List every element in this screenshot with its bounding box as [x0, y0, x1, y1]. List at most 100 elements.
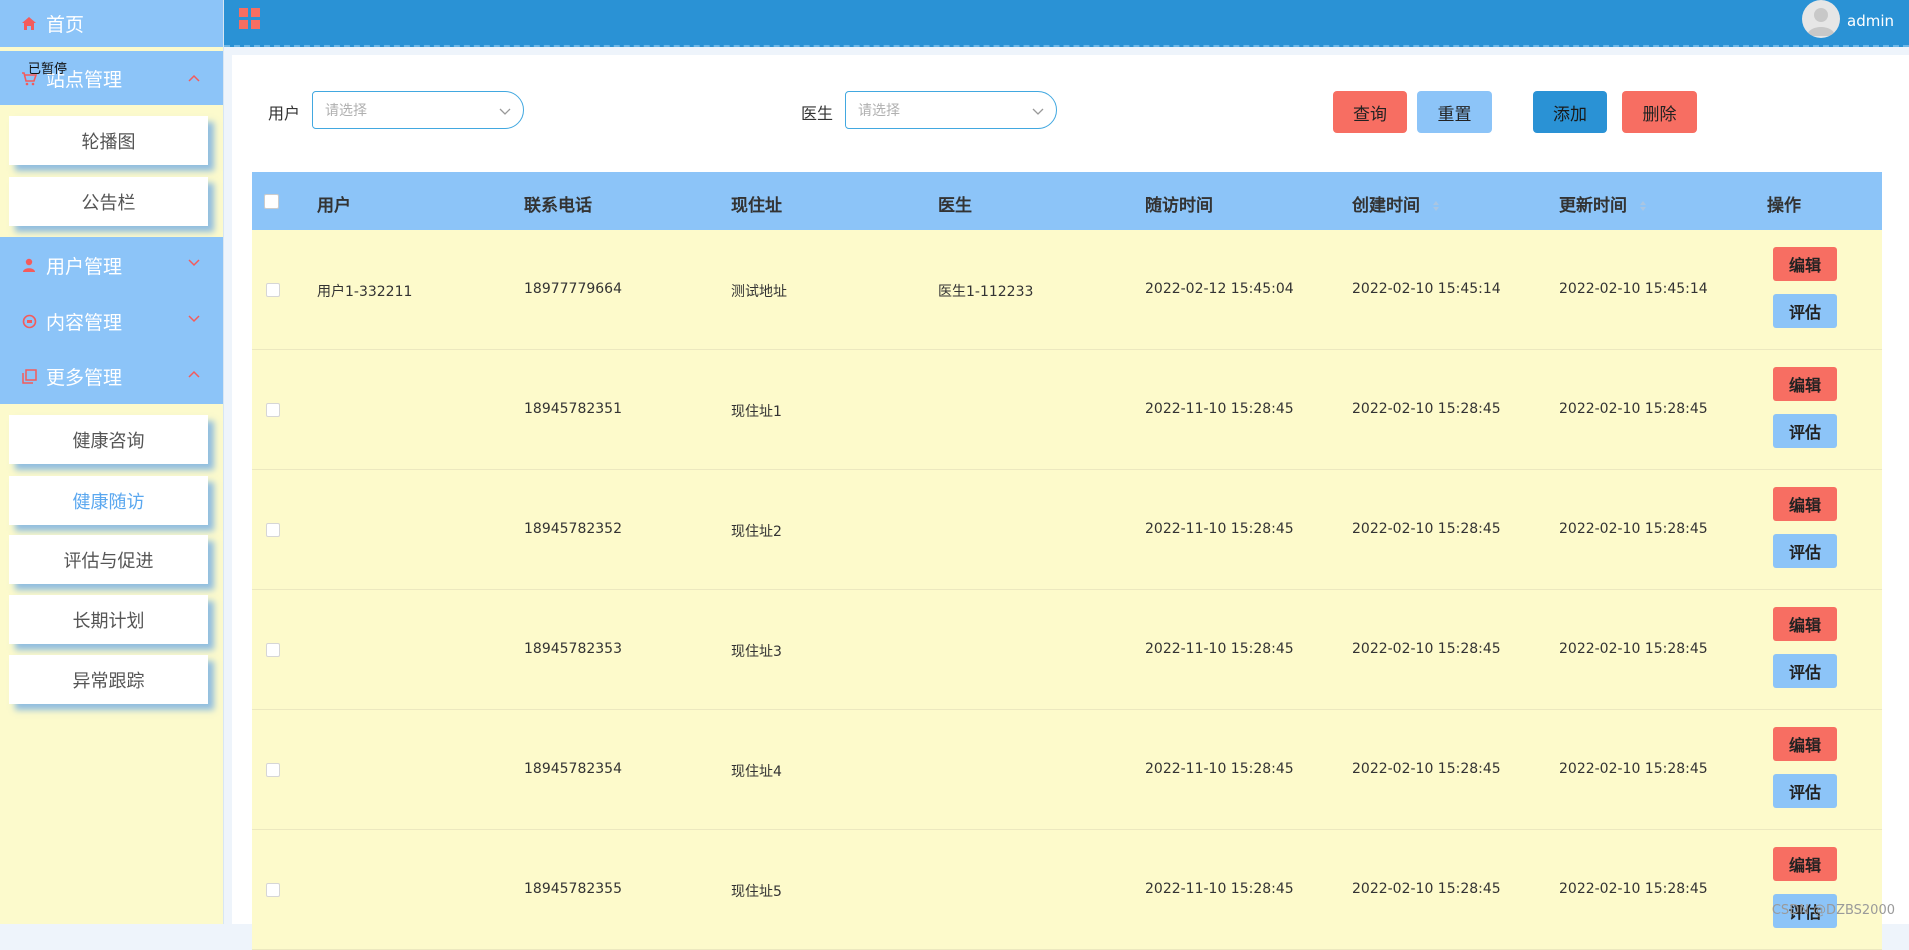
select-all-checkbox[interactable]	[264, 194, 279, 209]
chevron-up-icon	[188, 74, 200, 82]
cell-updated-time: 2022-02-10 15:28:45	[1559, 521, 1708, 537]
cell-phone: 18945782351	[524, 401, 622, 417]
chevron-down-icon	[499, 108, 511, 115]
username[interactable]: admin	[1847, 12, 1894, 30]
cell-created-time: 2022-02-10 15:28:45	[1352, 521, 1501, 537]
query-button[interactable]: 查询	[1333, 91, 1407, 133]
table-row: 18945782355 现住址5 2022-11-10 15:28:45 202…	[252, 830, 1882, 950]
cell-visit-time: 2022-11-10 15:28:45	[1145, 521, 1294, 537]
menu-more-management-label: 更多管理	[46, 367, 123, 389]
grid-menu-icon[interactable]	[239, 8, 261, 30]
row-checkbox[interactable]	[266, 763, 280, 777]
col-created-time[interactable]: 创建时间	[1352, 191, 1440, 216]
menu-user-management[interactable]: 用户管理	[0, 237, 223, 293]
row-checkbox[interactable]	[266, 643, 280, 657]
cell-created-time: 2022-02-10 15:28:45	[1352, 881, 1501, 897]
chevron-down-icon	[188, 315, 200, 323]
submenu-assessment[interactable]: 评估与促进	[9, 535, 208, 584]
chevron-up-icon	[188, 370, 200, 378]
doctor-filter-label: 医生	[801, 104, 834, 123]
menu-user-management-label: 用户管理	[46, 255, 123, 278]
table-row: 用户1-332211 18977779664 测试地址 医生1-112233 2…	[252, 230, 1882, 350]
row-checkbox[interactable]	[266, 283, 280, 297]
col-actions: 操作	[1767, 196, 1801, 216]
cell-doctor: 医生1-112233	[938, 284, 1034, 300]
evaluate-button[interactable]: 评估	[1773, 654, 1837, 688]
sort-icon[interactable]	[1432, 200, 1440, 212]
edit-button[interactable]: 编辑	[1773, 727, 1837, 761]
col-doctor: 医生	[938, 196, 972, 216]
avatar[interactable]	[1802, 0, 1840, 38]
watermark: CSDN @DZBS2000	[1771, 903, 1895, 918]
table-row: 18945782351 现住址1 2022-11-10 15:28:45 202…	[252, 350, 1882, 470]
user-filter-placeholder: 请选择	[325, 103, 367, 119]
cell-phone: 18945782354	[524, 761, 622, 777]
cell-phone: 18945782355	[524, 881, 622, 897]
cell-address: 测试地址	[731, 284, 787, 300]
table-header: 用户 联系电话 现住址 医生 随访时间 创建时间 更新时间 操作	[252, 172, 1882, 230]
submenu-carousel[interactable]: 轮播图	[9, 116, 208, 165]
cell-visit-time: 2022-11-10 15:28:45	[1145, 881, 1294, 897]
submenu-notice-board[interactable]: 公告栏	[9, 177, 208, 226]
cell-updated-time: 2022-02-10 15:45:14	[1559, 281, 1708, 297]
cell-phone: 18945782352	[524, 521, 622, 537]
menu-content-management[interactable]: 内容管理	[0, 293, 223, 349]
submenu-health-followup[interactable]: 健康随访	[9, 476, 208, 525]
menu-content-management-label: 内容管理	[46, 311, 123, 334]
evaluate-button[interactable]: 评估	[1773, 294, 1837, 328]
col-user: 用户	[317, 196, 351, 216]
cell-visit-time: 2022-11-10 15:28:45	[1145, 641, 1294, 657]
menu-home[interactable]: 首页	[0, 0, 223, 47]
table-row: 18945782352 现住址2 2022-11-10 15:28:45 202…	[252, 470, 1882, 590]
row-checkbox[interactable]	[266, 523, 280, 537]
reset-button[interactable]: 重置	[1417, 91, 1492, 133]
cell-phone: 18945782353	[524, 641, 622, 657]
user-filter-label: 用户	[268, 104, 301, 123]
cell-address: 现住址2	[731, 524, 782, 540]
evaluate-button[interactable]: 评估	[1773, 534, 1837, 568]
cell-created-time: 2022-02-10 15:28:45	[1352, 641, 1501, 657]
chevron-down-icon	[1032, 108, 1044, 115]
submenu-long-term-plan[interactable]: 长期计划	[9, 595, 208, 644]
edit-button[interactable]: 编辑	[1773, 847, 1837, 881]
sort-icon[interactable]	[1639, 200, 1647, 212]
cell-visit-time: 2022-11-10 15:28:45	[1145, 401, 1294, 417]
menu-more-management[interactable]: 更多管理	[0, 349, 223, 404]
table-row: 18945782354 现住址4 2022-11-10 15:28:45 202…	[252, 710, 1882, 830]
cell-address: 现住址3	[731, 644, 782, 660]
home-icon	[20, 16, 38, 31]
col-visit-time: 随访时间	[1145, 196, 1213, 216]
cell-updated-time: 2022-02-10 15:28:45	[1559, 881, 1708, 897]
doctor-filter-select[interactable]: 请选择	[845, 91, 1057, 129]
paused-tooltip: 已暂停	[28, 62, 68, 77]
doctor-filter-placeholder: 请选择	[858, 103, 900, 119]
edit-button[interactable]: 编辑	[1773, 607, 1837, 641]
table-row: 18945782353 现住址3 2022-11-10 15:28:45 202…	[252, 590, 1882, 710]
cell-visit-time: 2022-02-12 15:45:04	[1145, 281, 1294, 297]
evaluate-button[interactable]: 评估	[1773, 414, 1837, 448]
edit-button[interactable]: 编辑	[1773, 247, 1837, 281]
user-filter-select[interactable]: 请选择	[312, 91, 524, 129]
submenu-health-consult[interactable]: 健康咨询	[9, 415, 208, 464]
col-address: 现住址	[731, 196, 782, 216]
cell-updated-time: 2022-02-10 15:28:45	[1559, 761, 1708, 777]
delete-button[interactable]: 删除	[1622, 91, 1697, 133]
row-checkbox[interactable]	[266, 403, 280, 417]
cell-address: 现住址1	[731, 404, 782, 420]
chevron-down-icon	[188, 259, 200, 267]
menu-home-label: 首页	[46, 14, 85, 36]
main-content: 用户 请选择 医生 请选择 查询 重置 添加 删除 用户 联系电话 现住址 医生…	[232, 55, 1909, 950]
cell-created-time: 2022-02-10 15:45:14	[1352, 281, 1501, 297]
submenu-anomaly-tracking[interactable]: 异常跟踪	[9, 655, 208, 704]
cell-user: 用户1-332211	[317, 284, 413, 300]
sidebar: 首页 站点管理 已暂停 轮播图 公告栏 用户管理 内容管理 更多管理 健康咨询 …	[0, 0, 224, 924]
col-updated-time[interactable]: 更新时间	[1559, 191, 1647, 216]
edit-button[interactable]: 编辑	[1773, 487, 1837, 521]
cell-phone: 18977779664	[524, 281, 622, 297]
evaluate-button[interactable]: 评估	[1773, 774, 1837, 808]
edit-button[interactable]: 编辑	[1773, 367, 1837, 401]
row-checkbox[interactable]	[266, 883, 280, 897]
add-button[interactable]: 添加	[1533, 91, 1607, 133]
cell-address: 现住址4	[731, 764, 782, 780]
top-header: admin	[224, 0, 1909, 47]
